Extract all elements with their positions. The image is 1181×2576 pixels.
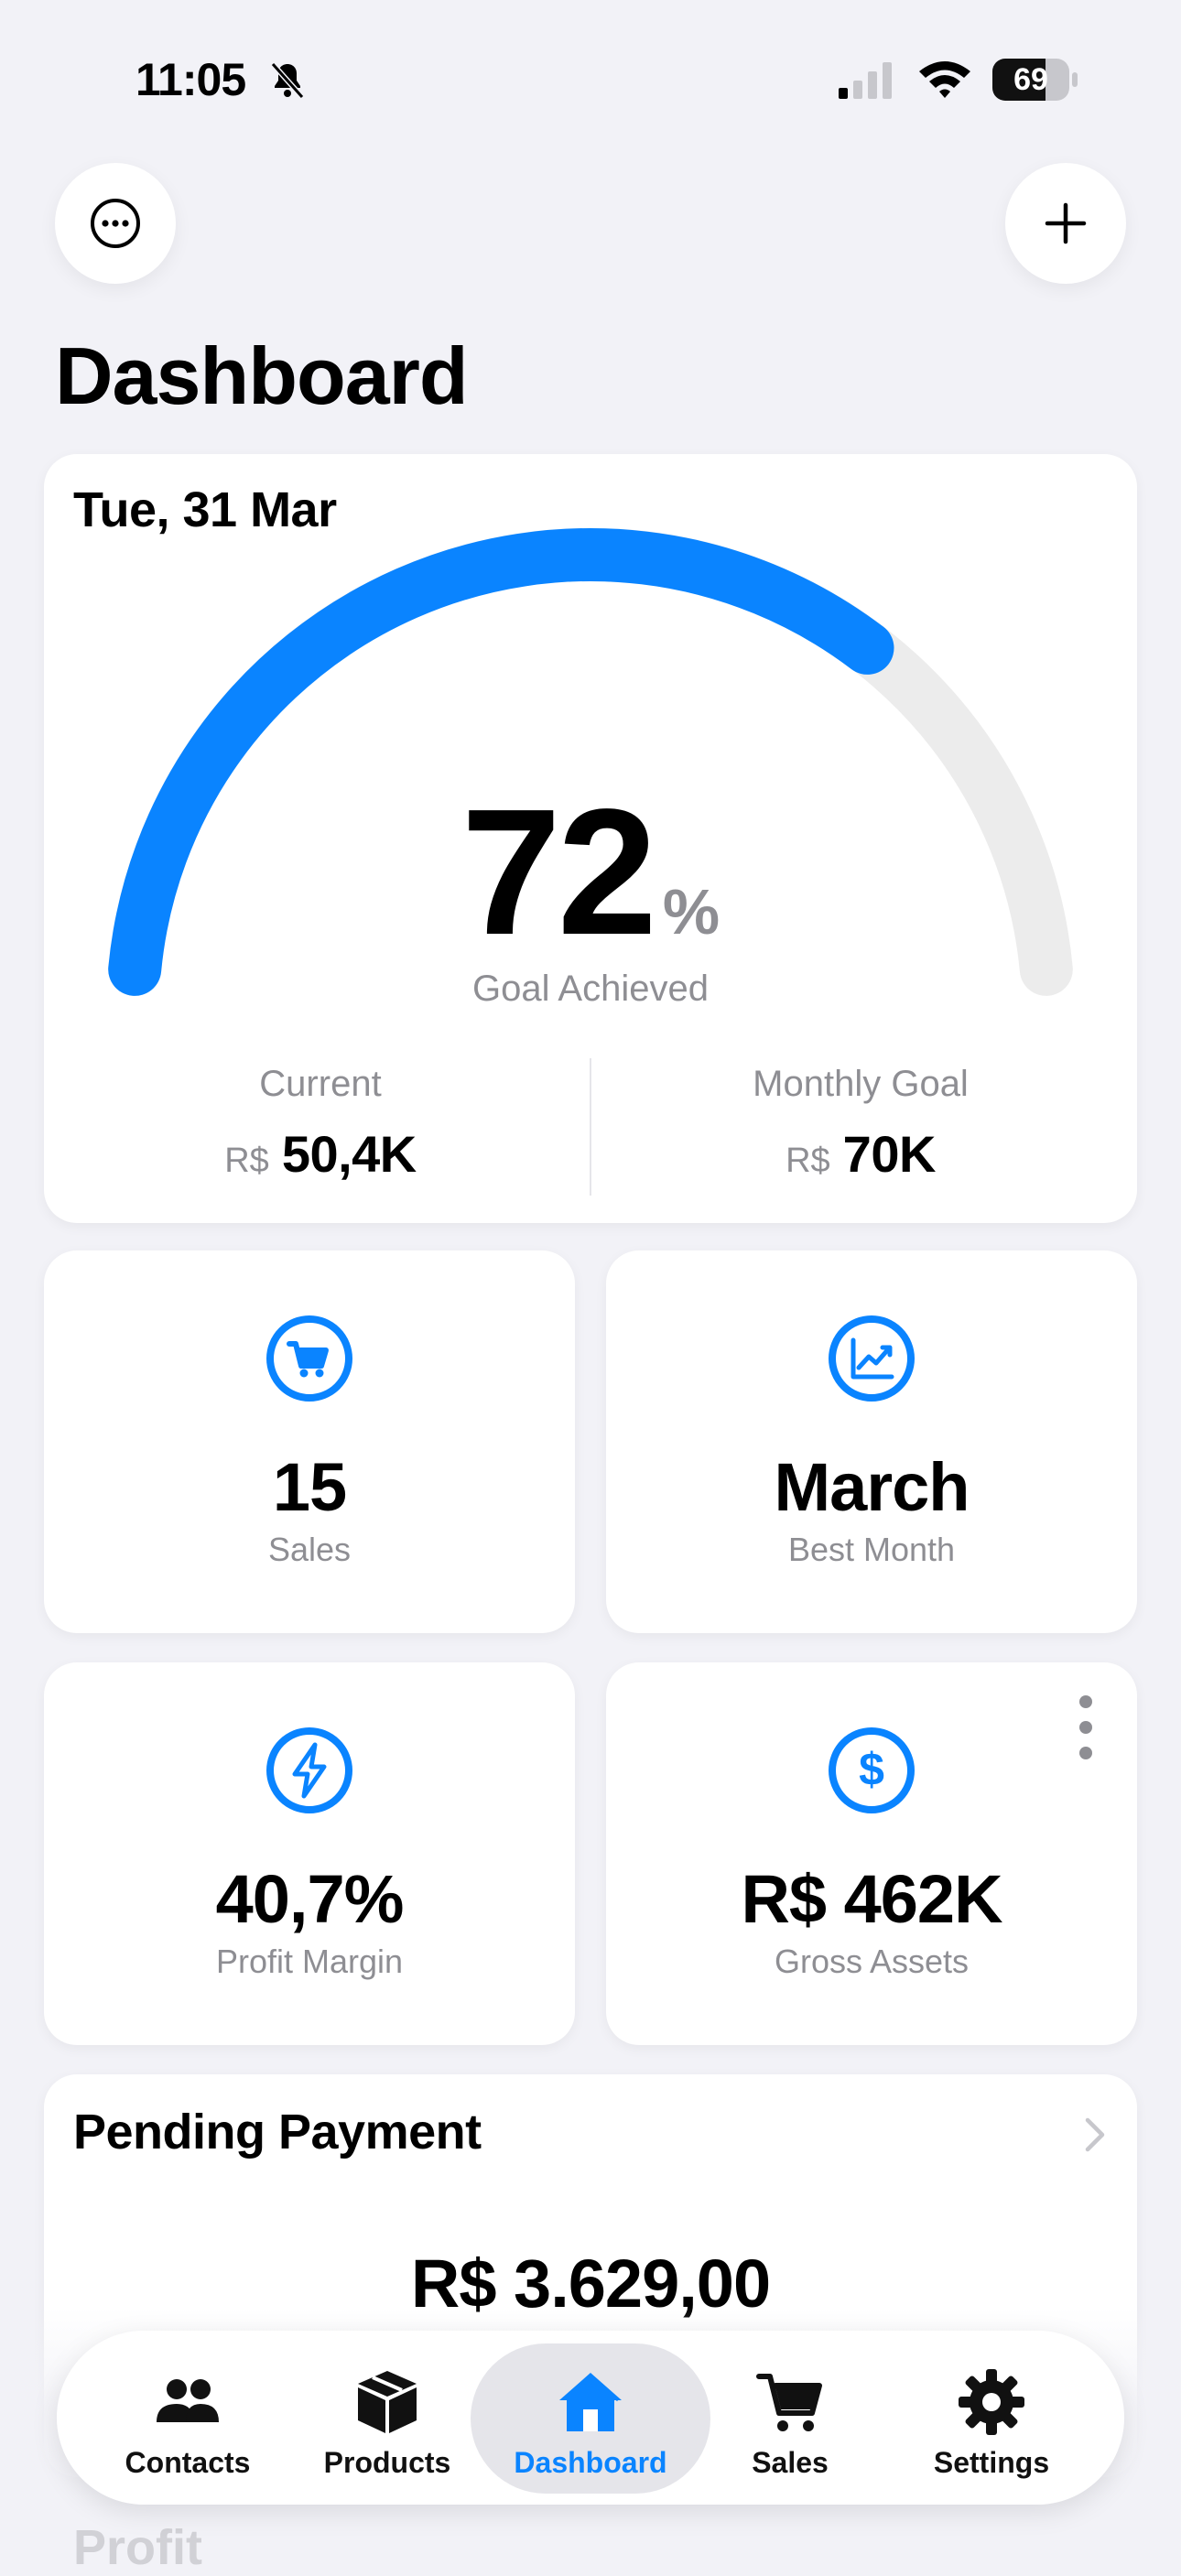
kebab-menu-icon[interactable] (1077, 1695, 1095, 1761)
dollar-icon: $ (829, 1727, 915, 1813)
svg-text:$: $ (859, 1744, 884, 1795)
best-month-card[interactable]: March Best Month (606, 1250, 1137, 1633)
box-icon (358, 2371, 417, 2433)
goal-caption: Goal Achieved (472, 969, 709, 1009)
sales-card[interactable]: 15 Sales (44, 1250, 575, 1633)
wifi-icon (919, 61, 970, 98)
people-icon (157, 2379, 219, 2422)
cart-icon (266, 1315, 352, 1402)
current-label: Current (259, 1064, 382, 1104)
goal-percent-symbol: % (662, 876, 721, 947)
bolt-icon (266, 1727, 352, 1813)
status-time: 11:05 (135, 54, 246, 105)
goal-percent-number: 72 (460, 772, 657, 972)
tab-sales[interactable]: Sales (685, 2354, 895, 2492)
house-icon (559, 2373, 622, 2431)
current-value: R$ 50,4K (156, 1124, 485, 1184)
page-title: Dashboard (55, 330, 469, 421)
ellipsis-circle-icon (91, 199, 140, 248)
add-button[interactable] (1005, 163, 1126, 284)
chart-up-icon (829, 1315, 915, 1402)
tab-label: Products (323, 2446, 451, 2479)
more-options-button[interactable] (55, 163, 176, 284)
gross-assets-card[interactable]: $ R$ 462K Gross Assets (606, 1662, 1137, 2045)
battery-indicator: 69 (992, 59, 1078, 101)
battery-percent: 69 (1013, 62, 1048, 97)
profit-section-title: Profit (73, 2520, 202, 2575)
tab-label: Settings (933, 2446, 1050, 2479)
cart-icon (756, 2374, 822, 2431)
tab-dashboard[interactable]: Dashboard (485, 2354, 696, 2492)
tab-label: Contacts (125, 2446, 251, 2479)
bell-slash-icon (270, 62, 305, 99)
monthly-goal-label: Monthly Goal (753, 1064, 969, 1104)
gross-assets-label: Gross Assets (774, 1943, 970, 1980)
best-month-value: March (774, 1449, 970, 1525)
tab-label: Sales (752, 2446, 829, 2479)
profit-margin-value: 40,7% (215, 1861, 405, 1937)
monthly-goal-value: R$ 70K (696, 1124, 1025, 1184)
plus-icon (1045, 202, 1087, 244)
cellular-signal-icon (839, 62, 892, 99)
stat-divider (590, 1058, 591, 1196)
profit-margin-card[interactable]: 40,7% Profit Margin (44, 1662, 575, 2045)
goal-percent: 72% (0, 769, 1181, 975)
gross-assets-value: R$ 462K (741, 1861, 1002, 1937)
sales-value: 15 (272, 1449, 347, 1525)
best-month-label: Best Month (787, 1531, 956, 1568)
pending-payment-title: Pending Payment (73, 2105, 482, 2159)
monthly-goal-amount: 70K (842, 1125, 937, 1183)
gear-icon (959, 2369, 1024, 2435)
tab-products[interactable]: Products (282, 2354, 493, 2492)
chevron-right-icon (1085, 2117, 1105, 2152)
monthly-goal-currency: R$ (786, 1142, 830, 1180)
sales-label: Sales (267, 1531, 352, 1568)
tab-label: Dashboard (514, 2446, 667, 2479)
tab-settings[interactable]: Settings (886, 2354, 1097, 2492)
tab-contacts[interactable]: Contacts (82, 2354, 293, 2492)
current-amount: 50,4K (281, 1125, 417, 1183)
current-currency: R$ (224, 1142, 269, 1180)
profit-margin-label: Profit Margin (215, 1943, 404, 1980)
